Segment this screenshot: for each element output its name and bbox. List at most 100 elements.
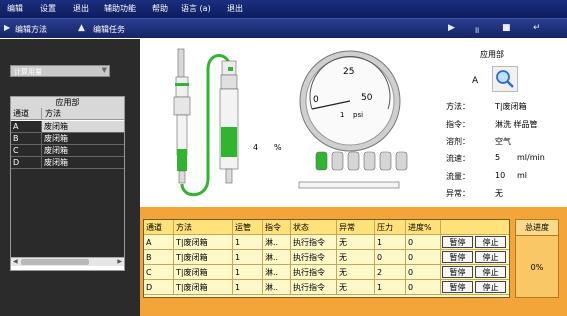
run-progress-bar [298, 181, 400, 189]
table-row[interactable]: C T|废闭箱 1 淋.. 执行指令 无 2 0 暂停 停止 [144, 265, 509, 280]
total-progress-value: 0% [530, 263, 544, 272]
gauge-label-25: 25 [343, 67, 355, 77]
menu-assist[interactable]: 辅助功能 [104, 3, 136, 14]
table-row[interactable]: A T|废闭箱 1 淋.. 执行指令 无 1 0 暂停 停止 [144, 235, 509, 250]
grid-empty-area [11, 169, 124, 257]
search-icon [496, 70, 514, 88]
cell-command: 淋.. [263, 235, 291, 250]
cell-progress: 0 [406, 265, 441, 280]
scroll-left-icon[interactable]: ◀ [13, 258, 18, 265]
cell-status: 执行指令 [291, 235, 337, 250]
pause-button[interactable]: 暂停 [442, 281, 473, 293]
total-progress-header: 总进度 [516, 220, 558, 236]
th-pressure: 压力 [375, 220, 406, 235]
gauge-label-50: 50 [361, 93, 373, 103]
grid-row-method: 废闭箱 [41, 121, 124, 133]
solvent-label: 溶剂： [446, 137, 470, 146]
cell-channel: A [144, 235, 174, 250]
volume-label: 流量： [446, 172, 470, 181]
right-syringe-icon [219, 60, 239, 184]
cell-method: T|废闭箱 [174, 280, 233, 295]
cell-actions: 暂停 停止 [441, 250, 509, 265]
cell-command: 淋.. [263, 250, 291, 265]
cell-method: T|废闭箱 [174, 265, 233, 280]
table-row[interactable]: B T|废闭箱 1 淋.. 执行指令 无 0 0 暂停 停止 [144, 250, 509, 265]
pause-icon[interactable]: ॥ [474, 23, 479, 36]
method-combo[interactable]: 计算用量 ▼ [10, 65, 110, 77]
stop-icon[interactable]: ■ [502, 23, 511, 33]
table-header: 通道 方法 运管 指令 状态 异常 压力 进度% [144, 220, 509, 235]
grid-row[interactable]: A 废闭箱 [11, 121, 124, 133]
grid-row[interactable]: B 废闭箱 [11, 133, 124, 145]
cell-pressure: 1 [375, 235, 406, 250]
channel-indicators [315, 151, 408, 171]
menu-settings[interactable]: 设置 [40, 3, 56, 14]
cell-abnormal: 无 [337, 235, 375, 250]
cell-channel: B [144, 250, 174, 265]
cell-status: 执行指令 [291, 265, 337, 280]
th-command: 指令 [263, 220, 291, 235]
chevron-down-icon[interactable]: ▼ [102, 66, 107, 74]
solvent-value: 空气 [495, 137, 511, 146]
return-icon[interactable]: ↵ [533, 23, 541, 33]
cell-method: T|废闭箱 [174, 250, 233, 265]
pause-button[interactable]: 暂停 [442, 236, 473, 248]
search-button[interactable] [492, 66, 518, 92]
menu-exit-1[interactable]: 退出 [73, 3, 89, 14]
grid-col-channel: 通道 [11, 108, 41, 120]
grid-row[interactable]: C 废闭箱 [11, 145, 124, 157]
flow-value: 5 [495, 153, 501, 162]
cell-method: T|废闭箱 [174, 235, 233, 250]
cell-channel: C [144, 265, 174, 280]
cell-actions: 暂停 停止 [441, 235, 509, 250]
cell-tube: 1 [233, 250, 263, 265]
info-panel: 应用部 A 方法： T|废闭箱 指令： 淋洗 样品管 溶剂： 空气 流速： 5 … [430, 39, 567, 207]
stop-button[interactable]: 停止 [475, 236, 506, 248]
illustration-area: 4 % 25 0 50 1 psi [140, 39, 430, 201]
info-title: 应用部 [480, 50, 504, 59]
horizontal-scrollbar[interactable]: ◀ ▶ [11, 257, 124, 266]
table-row[interactable]: D T|废闭箱 1 淋.. 执行指令 无 1 0 暂停 停止 [144, 280, 509, 295]
menu-bar: 编辑 设置 退出 辅助功能 帮助 语言 (a) 退出 [0, 0, 567, 18]
menu-exit-2[interactable]: 退出 [227, 3, 243, 14]
cell-tube: 1 [233, 235, 263, 250]
stop-button[interactable]: 停止 [475, 251, 506, 263]
cell-progress: 0 [406, 280, 441, 295]
scroll-right-icon[interactable]: ▶ [117, 258, 122, 265]
menu-edit[interactable]: 编辑 [7, 3, 23, 14]
percent-unit: % [274, 143, 282, 152]
play-icon[interactable]: ▶ [448, 23, 455, 33]
method-label: 方法： [446, 102, 470, 111]
edit-method-button[interactable]: 编辑方法 [15, 24, 47, 35]
stop-button[interactable]: 停止 [475, 281, 506, 293]
grid-row-method: 废闭箱 [41, 145, 124, 157]
command-label: 指令： [446, 120, 470, 129]
pause-button[interactable]: 暂停 [442, 266, 473, 278]
stop-button[interactable]: 停止 [475, 266, 506, 278]
menu-help[interactable]: 帮助 [152, 3, 168, 14]
grid-row[interactable]: D 废闭箱 [11, 157, 124, 169]
flow-label: 流速： [446, 154, 470, 163]
grid-row-channel: A [11, 121, 41, 133]
method-value: T|废闭箱 [495, 102, 527, 111]
cell-tube: 1 [233, 265, 263, 280]
gauge-unit-1: 1 [340, 111, 345, 119]
th-progress: 进度% [406, 220, 441, 235]
gauge-unit-psi: psi [353, 111, 364, 119]
volume-unit: ml [517, 171, 528, 180]
cell-tube: 1 [233, 280, 263, 295]
grid-row-method: 废闭箱 [41, 133, 124, 145]
scrollbar-thumb[interactable] [21, 259, 89, 265]
edit-task-button[interactable]: 编辑任务 [93, 24, 125, 35]
cell-command: 淋.. [263, 265, 291, 280]
cell-command: 淋.. [263, 280, 291, 295]
gauge-label-0: 0 [313, 95, 319, 105]
left-syringe-icon [173, 48, 191, 184]
cell-progress: 0 [406, 250, 441, 265]
channel-grid: 应用部 通道 方法 A 废闭箱 B 废闭箱 C 废闭箱 D 废闭箱 [10, 96, 125, 271]
pause-button[interactable]: 暂停 [442, 251, 473, 263]
menu-language[interactable]: 语言 (a) [181, 3, 211, 14]
grid-col-method: 方法 [41, 108, 124, 120]
abnormal-value: 无 [495, 189, 503, 198]
info-channel: A [472, 76, 479, 86]
